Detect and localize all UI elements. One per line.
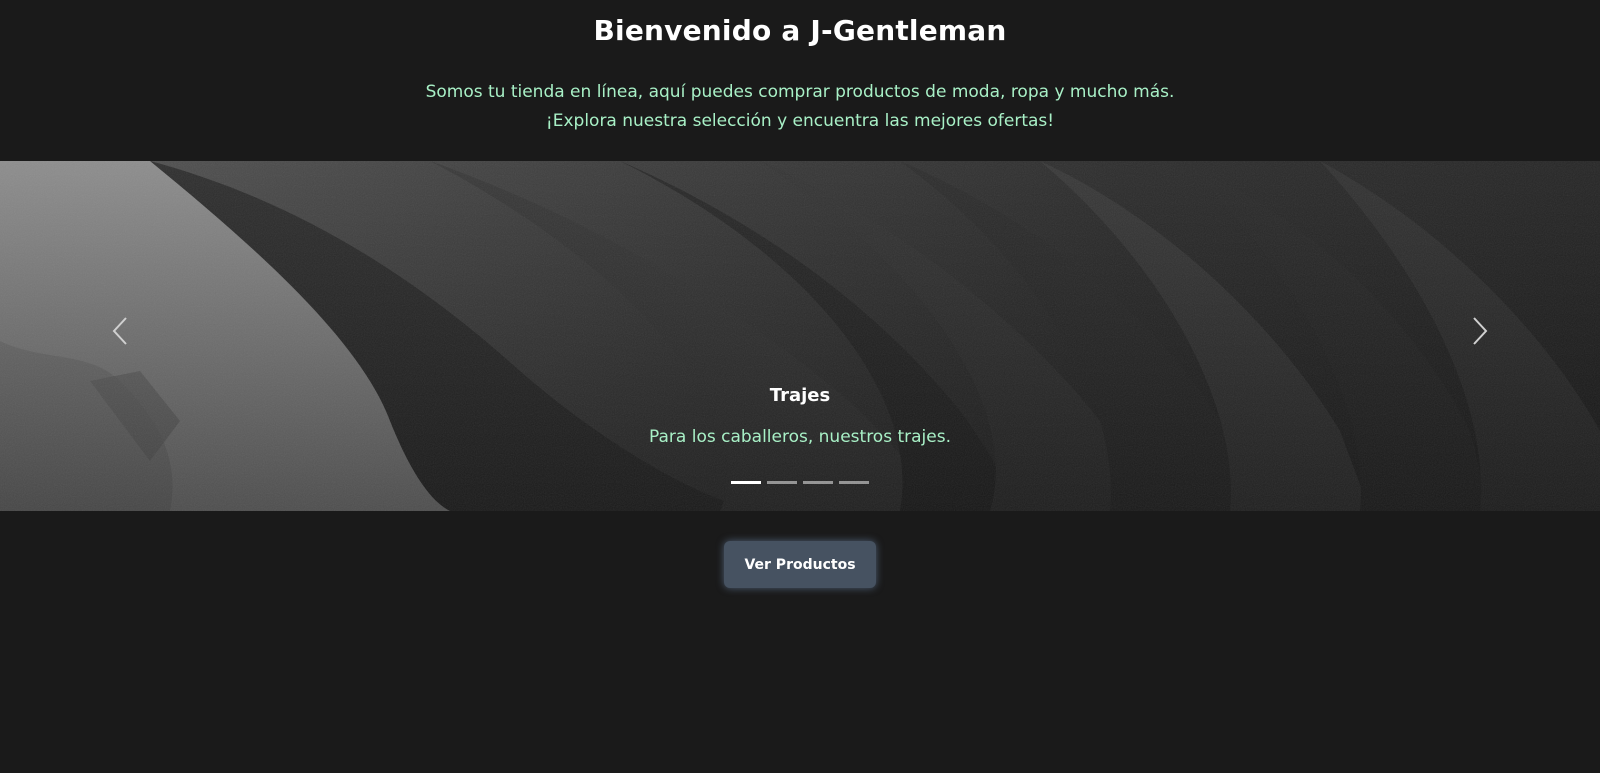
welcome-description-line-2: ¡Explora nuestra selección y encuentra l… [545,111,1055,131]
carousel-prev-button[interactable] [100,311,140,351]
welcome-description: Somos tu tienda en línea, aquí puedes co… [0,78,1600,136]
welcome-title: Bienvenido a J-Gentleman [593,14,1007,47]
welcome-description-line-1: Somos tu tienda en línea, aquí puedes co… [425,82,1175,102]
carousel-indicator-3[interactable] [803,481,833,484]
chevron-right-icon [1473,317,1488,345]
carousel-caption-title: Trajes [769,385,831,406]
carousel-slide-image [0,161,1600,511]
view-products-button[interactable]: Ver Productos [724,541,876,588]
carousel-caption-text: Para los caballeros, nuestros trajes. [649,427,951,447]
product-carousel[interactable]: Trajes Para los caballeros, nuestros tra… [0,161,1600,511]
carousel-indicator-1[interactable] [731,481,761,484]
carousel-indicator-2[interactable] [767,481,797,484]
chevron-left-icon [112,317,127,345]
carousel-indicator-4[interactable] [839,481,869,484]
page: Bienvenido a J-Gentleman Somos tu tienda… [0,0,1600,773]
carousel-next-button[interactable] [1460,311,1500,351]
carousel-indicators [0,481,1600,484]
